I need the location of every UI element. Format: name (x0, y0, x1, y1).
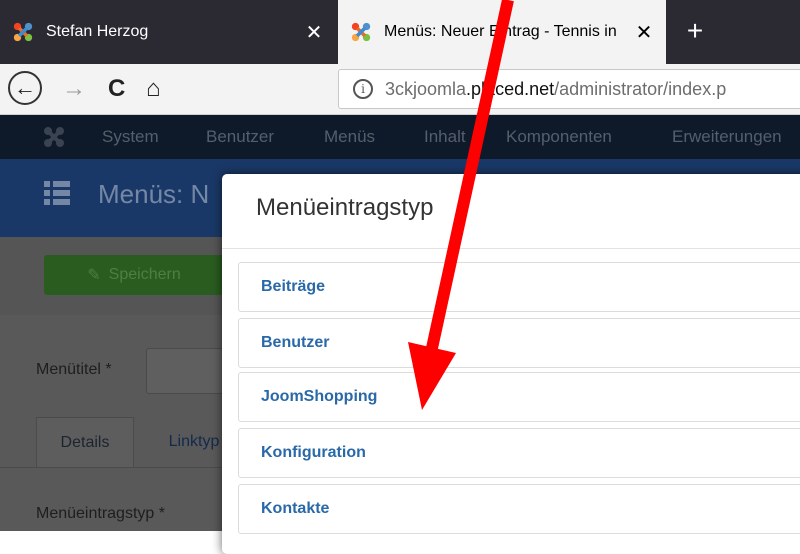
menu-komponenten[interactable]: Komponenten (506, 127, 612, 147)
list-item-label: Benutzer (261, 334, 330, 351)
joomla-logo-icon (44, 127, 64, 147)
tab-menus-new-entry[interactable]: Menüs: Neuer Eintrag - Tennis in ✕ (338, 0, 666, 64)
list-item-label: Kontakte (261, 500, 330, 517)
menu-menus[interactable]: Menüs (324, 127, 375, 147)
list-item-label: Konfiguration (261, 444, 366, 461)
tab-stefan-herzog[interactable]: Stefan Herzog ✕ (0, 0, 336, 64)
list-item-konfiguration[interactable]: Konfiguration (238, 428, 800, 478)
tab-details[interactable]: Details (36, 417, 134, 468)
save-button-label: Speichern (108, 266, 181, 283)
modal-divider (222, 248, 800, 249)
modal-title: Menüeintragstyp (256, 194, 434, 221)
menu-item-type-label: Menüeintragstyp * (36, 505, 165, 522)
tab-title: Stefan Herzog (46, 23, 149, 40)
menu-system[interactable]: System (102, 127, 159, 147)
joomla-favicon-icon (351, 22, 371, 42)
list-item-kontakte[interactable]: Kontakte (238, 484, 800, 534)
list-item-label: Beiträge (261, 278, 326, 295)
url-host: .placed.net (466, 78, 555, 99)
home-button[interactable]: ⌂ (146, 76, 161, 102)
reload-button[interactable]: C (108, 76, 125, 102)
menu-item-type-modal: Menüeintragstyp Beiträge Benutzer JoomSh… (222, 174, 800, 554)
new-tab-button[interactable]: + (678, 14, 712, 48)
joomla-top-menu: System Benutzer Menüs Inhalt Komponenten… (0, 115, 800, 159)
browser-tab-strip: Stefan Herzog ✕ Menüs: Neuer Eintrag - T… (0, 0, 800, 64)
save-button[interactable]: ✎ Speichern (44, 255, 224, 295)
url-path: /administrator/index.p (554, 78, 727, 99)
url-bar[interactable]: i 3ckjoomla.placed.net/administrator/ind… (338, 69, 800, 109)
menu-inhalt[interactable]: Inhalt (424, 127, 466, 147)
back-button[interactable]: ← (8, 71, 42, 105)
menu-title-label: Menütitel * (36, 361, 112, 378)
list-item-benutzer[interactable]: Benutzer (238, 318, 800, 368)
url-text: 3ckjoomla.placed.net/administrator/index… (385, 79, 726, 100)
list-item-label: JoomShopping (261, 388, 378, 405)
menu-title-input[interactable] (146, 348, 228, 394)
forward-button[interactable]: → (62, 76, 86, 102)
close-tab-icon[interactable]: ✕ (632, 20, 656, 45)
page-title: Menüs: N (98, 179, 210, 209)
tab-title: Menüs: Neuer Eintrag - Tennis in (384, 23, 617, 40)
browser-nav-bar: ← → C ⌂ i 3ckjoomla.placed.net/administr… (0, 64, 800, 115)
close-tab-icon[interactable]: ✕ (302, 20, 326, 45)
menu-erweiterungen[interactable]: Erweiterungen (672, 127, 782, 147)
list-icon (44, 181, 70, 205)
joomla-favicon-icon (13, 22, 33, 42)
edit-icon: ✎ (87, 267, 101, 284)
list-item-joomshopping[interactable]: JoomShopping (238, 372, 800, 422)
url-prefix: 3ckjoomla (385, 78, 467, 99)
list-item-beitraege[interactable]: Beiträge (238, 262, 800, 312)
site-info-icon[interactable]: i (353, 79, 373, 99)
menu-benutzer[interactable]: Benutzer (206, 127, 274, 147)
